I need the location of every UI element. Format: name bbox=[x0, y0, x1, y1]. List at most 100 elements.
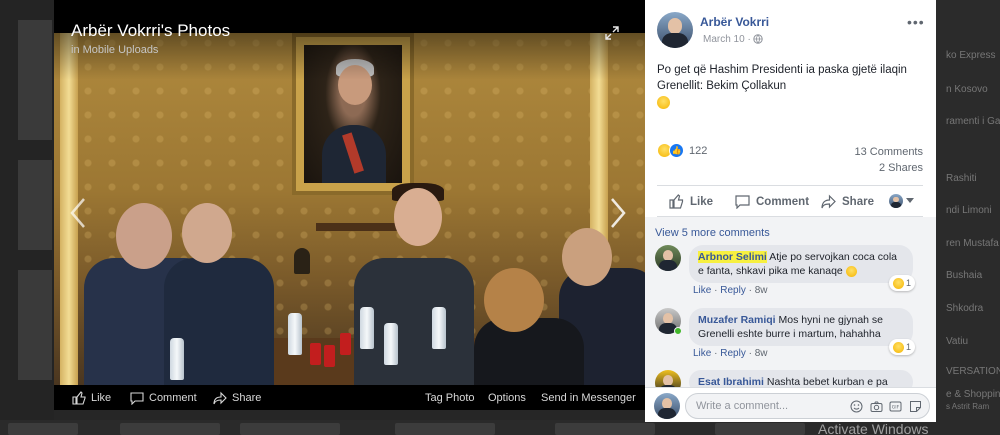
share-icon bbox=[213, 391, 227, 405]
background-contact: ramenti i Gaz bbox=[946, 116, 1000, 127]
haha-reaction-icon bbox=[892, 277, 904, 289]
post-text: Po get që Hashim Presidenti ia paska gje… bbox=[657, 64, 907, 92]
comments-count[interactable]: 13 Comments bbox=[845, 146, 923, 158]
comment-like-link[interactable]: Like bbox=[693, 285, 711, 296]
comment-reply-link[interactable]: Reply bbox=[720, 348, 746, 359]
comment-reply-link[interactable]: Reply bbox=[720, 285, 746, 296]
commenter-name[interactable]: Esat Ibrahimi bbox=[698, 376, 764, 387]
options-button[interactable]: Options bbox=[488, 390, 526, 406]
background-contact: ren Mustafa bbox=[946, 238, 999, 249]
commenter-avatar[interactable] bbox=[655, 370, 681, 387]
shares-count[interactable]: 2 Shares bbox=[845, 162, 923, 174]
album-subtitle[interactable]: in Mobile Uploads bbox=[71, 44, 158, 56]
haha-reaction-icon bbox=[892, 341, 904, 353]
sticker-icon[interactable] bbox=[909, 400, 922, 413]
post-header: Arbër Vokrri March 10 · ••• bbox=[645, 0, 936, 60]
photo-comment-label: Comment bbox=[149, 392, 197, 404]
thumbs-up-icon bbox=[72, 391, 86, 405]
comment-reaction[interactable]: 1 bbox=[889, 339, 915, 355]
soda-can bbox=[340, 333, 351, 355]
camera-icon[interactable] bbox=[870, 400, 883, 413]
album-title[interactable]: Arbër Vokrri's Photos bbox=[71, 21, 230, 41]
photo-like-label: Like bbox=[91, 392, 112, 404]
photo-comment-button[interactable]: Comment bbox=[130, 390, 197, 406]
person-head bbox=[182, 203, 232, 263]
comment-like-link[interactable]: Like bbox=[693, 348, 711, 359]
chevron-right-icon[interactable] bbox=[606, 195, 630, 231]
background-contact: e & Shoppin bbox=[946, 389, 1000, 400]
person-head bbox=[484, 268, 544, 332]
laughing-emoji-icon bbox=[657, 94, 670, 112]
commenter-avatar[interactable] bbox=[655, 245, 681, 271]
laughing-emoji-icon bbox=[845, 265, 857, 277]
comment-input-placeholder: Write a comment... bbox=[696, 400, 789, 412]
tag-photo-button[interactable]: Tag Photo bbox=[425, 390, 475, 406]
comment-time[interactable]: 8w bbox=[755, 348, 768, 359]
comment-button[interactable]: Comment bbox=[735, 194, 809, 209]
background-thumbnail bbox=[18, 160, 52, 250]
comment-bubble: Esat Ibrahimi Nashta bebet kurban e pa bbox=[689, 370, 913, 387]
background-contact: Vatiu bbox=[946, 336, 969, 347]
water-bottle bbox=[170, 338, 184, 380]
photo-viewer: Arbër Vokrri's Photos in Mobile Uploads … bbox=[54, 0, 645, 410]
post-date[interactable]: March 10 · bbox=[703, 34, 751, 45]
comment-icon bbox=[130, 392, 144, 405]
background-contact: s Astrit Ram bbox=[946, 402, 990, 411]
post-as-selector[interactable] bbox=[889, 194, 914, 208]
photo[interactable] bbox=[54, 33, 645, 385]
post-author[interactable]: Arbër Vokrri bbox=[700, 15, 769, 29]
comment-reaction-count: 1 bbox=[905, 278, 911, 288]
commenter-name[interactable]: Muzafer Ramiqi bbox=[698, 314, 776, 326]
send-in-messenger-button[interactable]: Send in Messenger bbox=[541, 390, 636, 406]
comment-input[interactable]: Write a comment... GIF bbox=[685, 393, 930, 419]
chevron-left-icon[interactable] bbox=[66, 195, 90, 231]
page-avatar bbox=[889, 194, 903, 208]
comment-meta: Like · Reply · 8w bbox=[693, 285, 768, 296]
gif-icon[interactable]: GIF bbox=[889, 400, 902, 413]
comment-label: Comment bbox=[756, 195, 810, 208]
background-chat-tab bbox=[715, 423, 805, 435]
comment-reaction-count: 1 bbox=[905, 342, 911, 352]
background-chat-tab bbox=[240, 423, 340, 435]
background-chat-tab bbox=[395, 423, 495, 435]
photo-action-bar: Like Comment Share Tag Photo Options Sen… bbox=[54, 385, 645, 410]
soda-can bbox=[324, 345, 335, 367]
background-contact: Bushaia bbox=[946, 270, 983, 281]
comment-composer: Write a comment... GIF bbox=[645, 387, 936, 422]
photo-share-button[interactable]: Share bbox=[213, 390, 261, 406]
commenter-name[interactable]: Arbnor Selimi bbox=[698, 251, 767, 263]
like-reaction-icon: 👍 bbox=[669, 143, 684, 158]
background-contact: Rashiti bbox=[946, 173, 977, 184]
background-contact: n Kosovo bbox=[946, 84, 988, 95]
background-chat-tab bbox=[555, 423, 655, 435]
emoji-icon[interactable] bbox=[850, 400, 863, 413]
more-options-icon[interactable]: ••• bbox=[907, 14, 925, 30]
screen: ko Express n Kosovo ramenti i Gaz Rashit… bbox=[0, 0, 1000, 435]
expand-icon[interactable] bbox=[604, 25, 620, 41]
current-user-avatar bbox=[654, 393, 680, 419]
like-button[interactable]: Like bbox=[669, 194, 713, 209]
background-section-heading: VERSATIONS bbox=[946, 366, 1000, 377]
reactions-summary[interactable]: 👍 122 bbox=[657, 143, 707, 158]
svg-text:GIF: GIF bbox=[892, 405, 900, 411]
activate-windows-watermark: Activate Windows bbox=[818, 421, 929, 435]
background-contact: ko Express bbox=[946, 50, 996, 61]
online-status-dot bbox=[674, 327, 682, 335]
soda-can bbox=[310, 343, 321, 365]
background-contact: ndi Limoni bbox=[946, 205, 992, 216]
share-button[interactable]: Share bbox=[821, 194, 874, 209]
background-chat-tab bbox=[120, 423, 220, 435]
person-head bbox=[394, 188, 442, 246]
clock bbox=[294, 248, 310, 274]
photo-like-button[interactable]: Like bbox=[72, 390, 111, 406]
view-more-comments-link[interactable]: View 5 more comments bbox=[655, 227, 770, 239]
comment-bubble: Arbnor Selimi Atje po servojkan coca col… bbox=[689, 245, 913, 283]
post-panel: Arbër Vokrri March 10 · ••• Po get që Ha… bbox=[645, 0, 936, 422]
comment-reaction[interactable]: 1 bbox=[889, 275, 915, 291]
like-label: Like bbox=[690, 195, 714, 208]
comment-time[interactable]: 8w bbox=[755, 285, 768, 296]
thumbs-up-icon bbox=[669, 194, 684, 209]
author-avatar[interactable] bbox=[657, 12, 693, 48]
photo-share-label: Share bbox=[232, 392, 262, 404]
water-bottle bbox=[432, 307, 446, 349]
